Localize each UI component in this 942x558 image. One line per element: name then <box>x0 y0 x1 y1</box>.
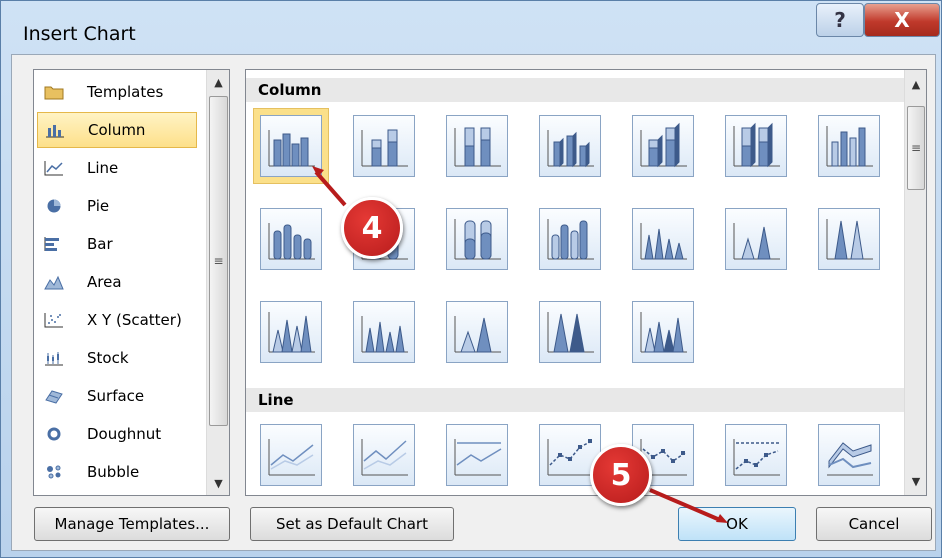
step-callout-4: 4 <box>341 197 403 259</box>
step-callout-5: 5 <box>590 444 652 506</box>
callout-arrows <box>312 166 728 523</box>
